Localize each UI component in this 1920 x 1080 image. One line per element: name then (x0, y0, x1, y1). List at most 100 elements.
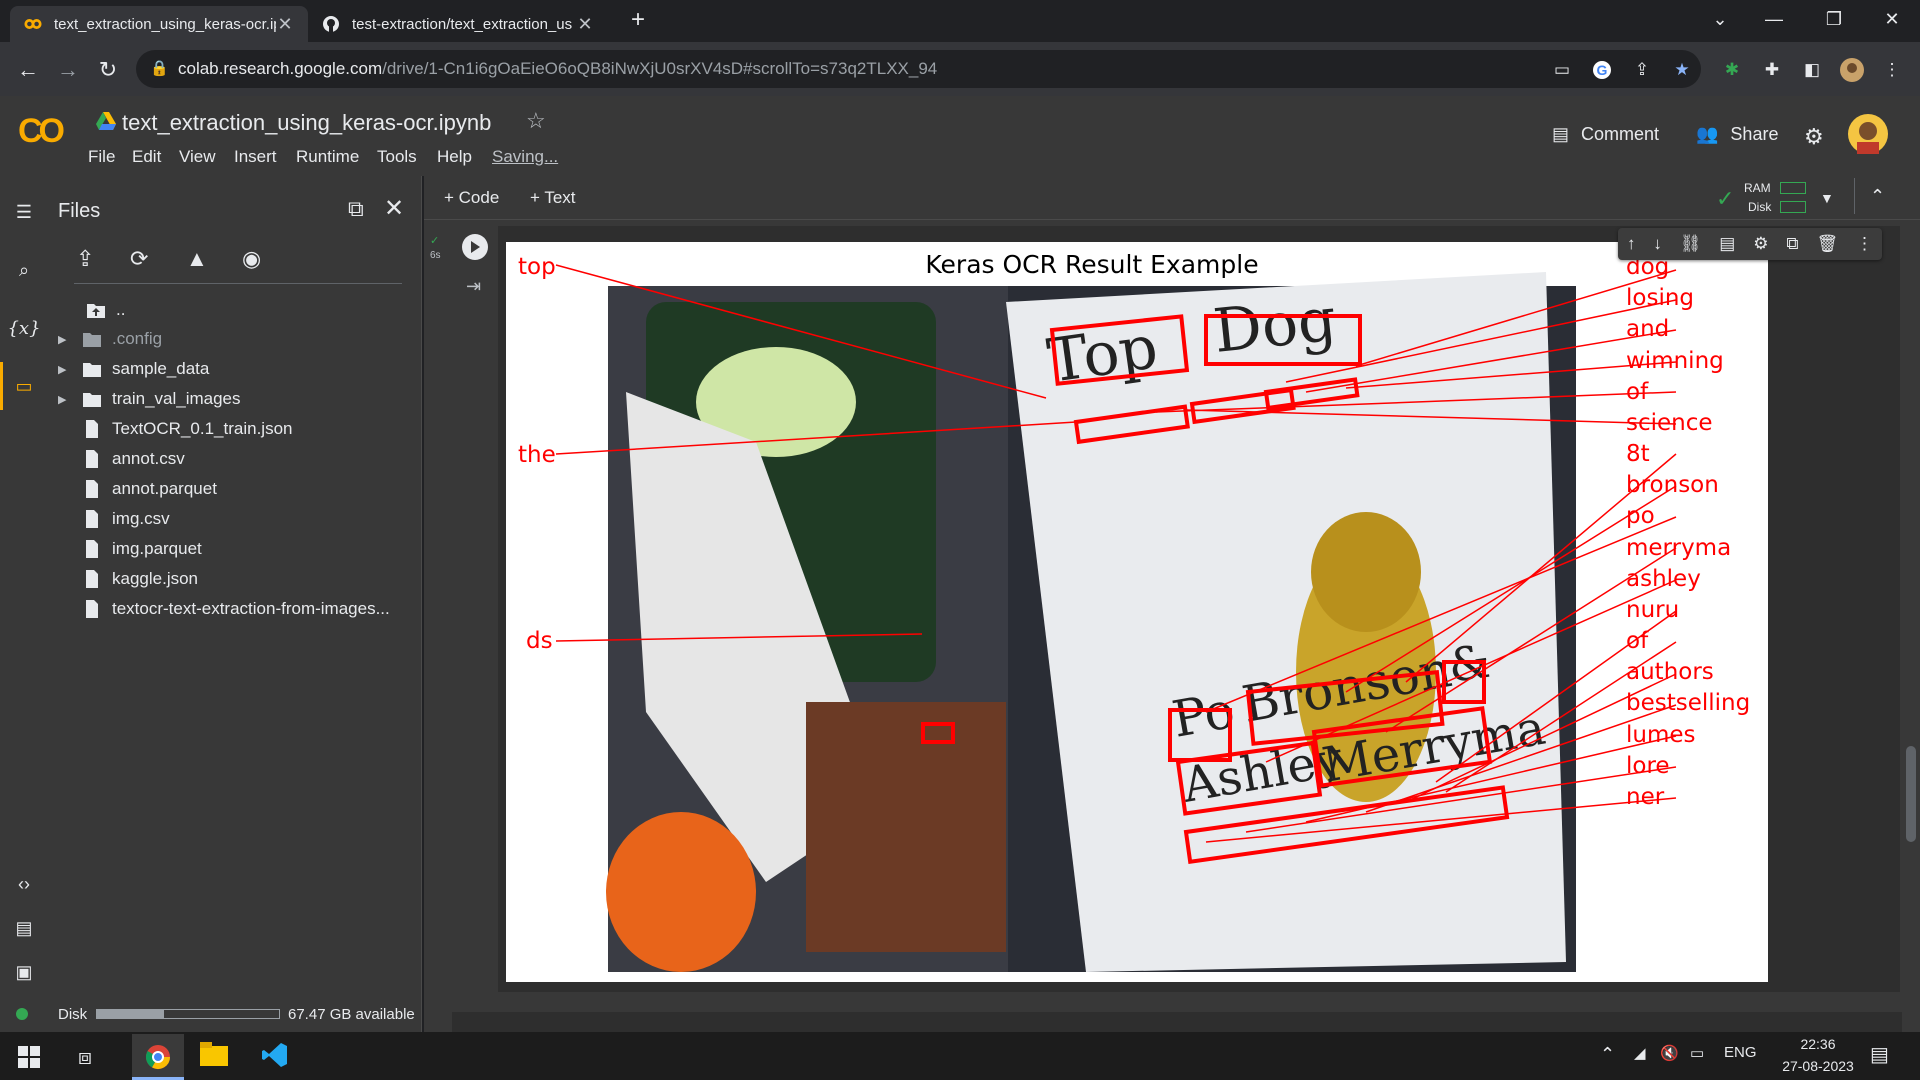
file-item[interactable]: img.csv (58, 506, 170, 532)
cast-icon[interactable]: ▭ (1550, 58, 1574, 82)
run-cell-button[interactable] (462, 234, 488, 260)
new-tab-button[interactable]: + (624, 6, 652, 36)
tab-colab-notebook[interactable]: text_extraction_using_keras-ocr.ip ✕ (10, 6, 308, 42)
share-page-icon[interactable]: ⇪ (1630, 58, 1654, 82)
file-item[interactable]: kaggle.json (58, 566, 198, 592)
extensions-puzzle-icon[interactable]: ✚ (1760, 58, 1784, 82)
file-item-parent[interactable]: .. (62, 297, 125, 323)
reload-icon[interactable]: ↻ (94, 56, 122, 84)
close-tab-icon[interactable]: ✕ (276, 14, 294, 35)
table-of-contents-icon[interactable]: ☰ (10, 198, 38, 226)
share-button[interactable]: 👥 Share (1696, 124, 1778, 145)
url-field[interactable]: 🔒 colab.research.google.com/drive/1-Cn1i… (136, 50, 1701, 88)
battery-icon[interactable]: ▭ (1690, 1044, 1704, 1062)
language-indicator[interactable]: ENG (1724, 1044, 1757, 1061)
more-options-icon[interactable]: ⋮ (1856, 234, 1873, 254)
menu-help[interactable]: Help (437, 147, 472, 167)
vscode-icon[interactable] (262, 1042, 288, 1073)
collapse-header-icon[interactable]: ⌃ (1870, 186, 1885, 207)
notebook-title[interactable]: text_extraction_using_keras-ocr.ipynb (122, 110, 491, 136)
settings-gear-icon[interactable]: ⚙ (1804, 124, 1824, 150)
delete-icon[interactable]: 🗑 (1816, 234, 1838, 254)
chrome-taskbar-button[interactable] (132, 1034, 184, 1080)
file-explorer-icon[interactable] (200, 1042, 228, 1071)
command-palette-icon[interactable]: ▤ (10, 914, 38, 942)
link-icon[interactable]: ⛓ (1680, 234, 1702, 254)
terminal-icon[interactable]: ▣ (10, 958, 38, 986)
show-hidden-eye-icon[interactable]: ◉ (242, 246, 261, 272)
windows-start-icon[interactable] (18, 1046, 40, 1073)
refresh-folder-icon[interactable]: ⟳ (130, 246, 148, 272)
saving-status[interactable]: Saving... (492, 147, 558, 167)
forward-icon[interactable]: → (54, 56, 82, 84)
folder-item-sample-data[interactable]: ▶ sample_data (58, 356, 209, 382)
scrollbar-thumb[interactable] (1906, 746, 1916, 842)
clock-time[interactable]: 22:36 (1786, 1036, 1850, 1052)
close-window-button[interactable]: ✕ (1864, 0, 1920, 38)
colab-logo[interactable]: CO (18, 112, 65, 151)
comment-cell-icon[interactable]: ▤ (1719, 234, 1735, 254)
minimize-button[interactable]: — (1746, 0, 1802, 38)
expand-arrow-icon[interactable]: ▶ (58, 363, 76, 376)
ram-meter[interactable] (1780, 182, 1806, 194)
search-icon[interactable]: ⌕ (10, 256, 38, 284)
resources-dropdown-icon[interactable]: ▼ (1820, 190, 1834, 206)
variables-icon[interactable]: {x} (7, 314, 40, 342)
mount-drive-icon[interactable]: ▲ (186, 246, 208, 272)
upload-icon[interactable]: ⇪ (76, 246, 94, 272)
user-avatar[interactable] (1848, 114, 1888, 154)
star-icon[interactable]: ☆ (526, 108, 546, 134)
file-item[interactable]: annot.csv (58, 446, 185, 472)
restore-button[interactable]: ❐ (1806, 0, 1862, 38)
file-item[interactable]: img.parquet (58, 536, 202, 562)
task-view-icon[interactable]: ⧈ (78, 1044, 92, 1070)
file-icon (86, 420, 98, 438)
code-snippets-icon[interactable]: ‹› (10, 870, 38, 898)
disk-meter[interactable] (1780, 201, 1806, 213)
bookmark-star-icon[interactable]: ★ (1670, 58, 1694, 82)
url-host: colab.research.google.com (178, 59, 383, 78)
tab-github[interactable]: test-extraction/text_extraction_us ✕ (308, 6, 608, 42)
menu-runtime[interactable]: Runtime (296, 147, 359, 167)
menu-edit[interactable]: Edit (132, 147, 161, 167)
chrome-menu-icon[interactable]: ⋮ (1880, 58, 1904, 82)
comment-button[interactable]: ▤ Comment (1552, 124, 1659, 145)
folder-item-config[interactable]: ▶ .config (58, 326, 162, 352)
folder-icon (83, 333, 101, 347)
clock-date[interactable]: 27-08-2023 (1770, 1058, 1866, 1074)
file-item[interactable]: annot.parquet (58, 476, 217, 502)
output-actions-icon[interactable]: ⇥ (466, 276, 481, 297)
add-code-button[interactable]: + Code (444, 188, 499, 208)
file-item[interactable]: TextOCR_0.1_train.json (58, 416, 292, 442)
folder-item-train-val-images[interactable]: ▶ train_val_images (58, 386, 241, 412)
file-item[interactable]: textocr-text-extraction-from-images... (58, 596, 390, 622)
menu-tools[interactable]: Tools (377, 147, 417, 167)
file-icon (86, 450, 98, 468)
tray-chevron-icon[interactable]: ⌃ (1600, 1044, 1615, 1065)
close-tab-icon[interactable]: ✕ (576, 14, 594, 35)
close-panel-icon[interactable]: ✕ (384, 194, 404, 223)
menu-insert[interactable]: Insert (234, 147, 277, 167)
tab-search-icon[interactable]: ⌄ (1692, 0, 1748, 38)
add-text-button[interactable]: + Text (530, 188, 576, 208)
move-up-icon[interactable]: ↑ (1627, 234, 1636, 254)
notifications-icon[interactable]: ▤ (1870, 1042, 1889, 1067)
expand-arrow-icon[interactable]: ▶ (58, 393, 76, 406)
menu-view[interactable]: View (179, 147, 216, 167)
expand-arrow-icon[interactable]: ▶ (58, 333, 76, 346)
google-icon[interactable]: G (1590, 58, 1614, 82)
back-icon[interactable]: ← (14, 56, 42, 84)
mirror-cell-icon[interactable]: ⧉ (1786, 234, 1798, 254)
cell-settings-icon[interactable]: ⚙ (1753, 234, 1768, 254)
folder-icon (83, 393, 101, 407)
people-icon: 👥 (1696, 124, 1719, 144)
profile-avatar[interactable] (1840, 58, 1864, 82)
side-panel-icon[interactable]: ◧ (1800, 58, 1824, 82)
extension-colorful-icon[interactable]: ✱ (1720, 58, 1744, 82)
menu-file[interactable]: File (88, 147, 115, 167)
network-icon[interactable]: ◢ (1634, 1044, 1646, 1062)
files-folder-icon[interactable]: ▭ (10, 372, 38, 400)
open-in-tab-icon[interactable]: ⧉ (348, 196, 364, 222)
move-down-icon[interactable]: ↓ (1653, 234, 1662, 254)
volume-muted-icon[interactable]: 🔇 (1660, 1044, 1679, 1062)
